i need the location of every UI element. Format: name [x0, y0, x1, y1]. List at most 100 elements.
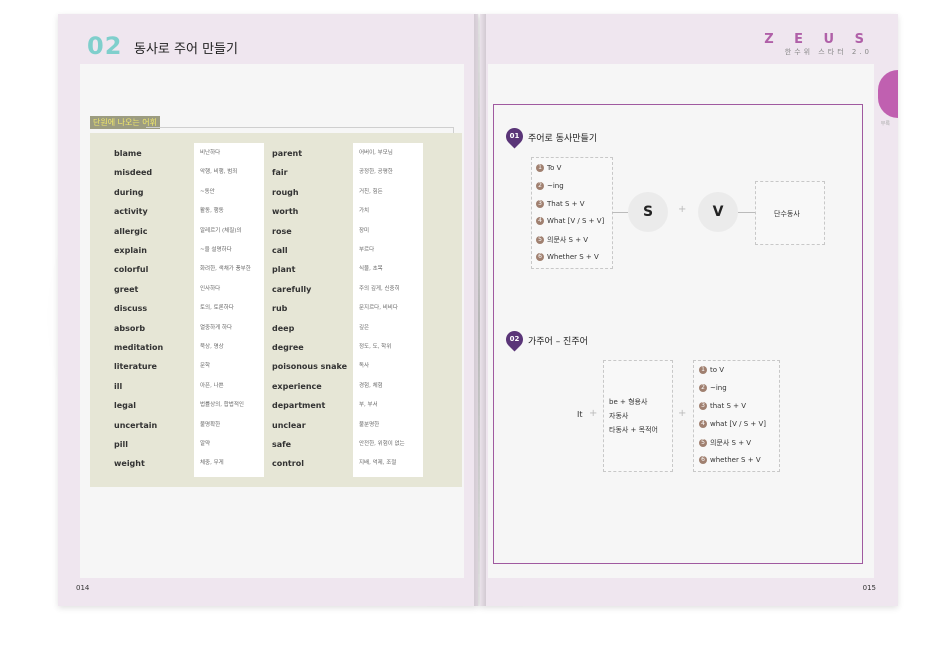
vocab-meaning: ~동안: [200, 188, 215, 195]
vocab-word: degree: [272, 343, 304, 352]
vocab-word: safe: [272, 440, 292, 449]
vocab-meaning: 안전한, 위험이 없는: [359, 441, 405, 447]
vocab-word: poisonous snake: [272, 362, 348, 372]
vocab-meaning: 부, 부서: [359, 402, 378, 409]
vocab-word: department: [272, 401, 326, 411]
vocab-meaning: 문지르다, 비비다: [359, 305, 398, 312]
vocab-divider: [146, 127, 454, 128]
vocab-word: control: [272, 459, 304, 469]
vocab-word: explain: [114, 246, 147, 255]
vocab-word: blame: [114, 149, 142, 158]
vocab-word: meditation: [114, 343, 164, 352]
vocab-meaning: 어버이, 부모님: [359, 150, 393, 156]
vocab-word: rough: [272, 187, 299, 197]
vocab-word: legal: [114, 401, 137, 411]
vocab-meaning: 깊은: [359, 324, 370, 331]
vocab-meaning: 불분명한: [359, 421, 380, 428]
vocab-word: carefully: [272, 284, 312, 294]
section1-item: 4 What [V / S + V]: [536, 217, 604, 225]
vocab-word: absorb: [114, 323, 146, 333]
side-tab-label: 부록: [880, 121, 890, 127]
vocab-meaning: 경험, 체험: [359, 382, 383, 389]
vocab-meaning: 아픈, 나쁜: [200, 382, 224, 389]
vocab-meaning: 불명확한: [200, 421, 221, 428]
predicate-item: 자동사: [609, 412, 629, 420]
grammar-frame: 01 주어로 동사만들기 1 To V 2 ~ing 3 That S + V 4 Wh…: [493, 104, 863, 564]
vocab-word: during: [114, 187, 144, 197]
vocab-meaning: 문학: [200, 363, 211, 370]
plus-sign: +: [678, 408, 687, 419]
vocab-meaning: 알레르기 (체질)의: [200, 227, 242, 234]
section2-item: 5 의문사 S + V: [699, 438, 751, 448]
vocab-word: parent: [272, 149, 303, 158]
vocab-meaning: 지배, 억제, 조절: [359, 460, 397, 467]
vocab-meaning: 인사하다: [200, 285, 221, 292]
vocab-meaning: ~을 설명하다: [200, 247, 232, 253]
vocab-word: literature: [114, 362, 157, 372]
predicate-item: 타동사 + 목적어: [609, 426, 658, 434]
connector-line: [612, 212, 628, 213]
section1-item: 1 To V: [536, 164, 561, 172]
left-content-area: 단원에 나오는 어휘 blame 비난하다 misdeed 악행, 비행, 범죄 dur…: [80, 64, 464, 578]
section2-item: 6 whether S + V: [699, 456, 761, 464]
vocab-table: blame 비난하다 misdeed 악행, 비행, 범죄 during ~동안 activ…: [90, 133, 462, 487]
vocab-meaning: 공정한, 공평한: [359, 169, 393, 176]
vocab-word: activity: [114, 207, 148, 217]
subject-circle: S: [628, 192, 668, 232]
vocab-meaning: 거친, 힘든: [359, 188, 383, 195]
vocab-meaning: 열중하게 하다: [200, 324, 233, 331]
vocab-meaning: 부르다: [359, 247, 375, 253]
left-page: 02 동사로 주어 만들기 단원에 나오는 어휘 blame 비난하다 misdee…: [58, 14, 478, 606]
vocab-meaning: 장미: [359, 227, 370, 234]
vocab-meaning: 정도, 도, 학위: [359, 344, 392, 350]
plus-sign: +: [589, 408, 598, 419]
result-label: 단수동사: [774, 210, 800, 218]
vocab-word: misdeed: [114, 168, 153, 178]
vocab-meaning: 식물, 초목: [359, 266, 383, 273]
vocab-word: deep: [272, 323, 295, 333]
section2-item: 3 that S + V: [699, 402, 746, 410]
vocab-meaning: 활동, 행동: [200, 208, 224, 215]
vocab-meaning: 토의, 토론하다: [200, 305, 234, 312]
section2-item: 1 to V: [699, 366, 724, 374]
vocab-word: colorful: [114, 265, 149, 275]
vocab-word: experience: [272, 381, 322, 391]
section2-title: 가주어 – 진주어: [528, 337, 588, 347]
vocab-word: fair: [272, 168, 288, 178]
it-label: It: [577, 410, 583, 419]
vocab-meaning: 악행, 비행, 범죄: [200, 169, 238, 176]
section1-item: 5 의문사 S + V: [536, 235, 588, 245]
vocab-meaning: 묵상, 명상: [200, 344, 224, 350]
vocab-word: ill: [114, 381, 123, 391]
vocab-word: worth: [272, 207, 299, 217]
book-spine: [474, 14, 486, 606]
brand-logo: Z E U S: [764, 32, 872, 47]
right-content-area: 01 주어로 동사만들기 1 To V 2 ~ing 3 That S + V 4 Wh…: [488, 64, 874, 578]
vocab-meaning: 화려한, 색채가 풍부한: [200, 266, 251, 273]
vocab-word: allergic: [114, 226, 148, 236]
vocab-meaning: 가치: [359, 208, 370, 215]
plus-sign: +: [678, 204, 687, 215]
side-tab: [878, 70, 898, 118]
vocab-meaning: 비난하다: [200, 150, 221, 156]
verb-circle: V: [698, 192, 738, 232]
vocab-meaning: 법률상의, 합법적인: [200, 402, 244, 409]
vocab-word: rub: [272, 304, 288, 314]
section1-item: 2 ~ing: [536, 182, 564, 190]
vocab-word: uncertain: [114, 420, 158, 430]
vocab-word: unclear: [272, 420, 306, 430]
section2-pin-icon: 02: [502, 327, 527, 352]
section2-item: 4 what [V / S + V]: [699, 420, 766, 428]
section1-item: 6 Whether S + V: [536, 253, 599, 261]
vocab-word: call: [272, 246, 288, 255]
section1-pin-icon: 01: [502, 124, 527, 149]
vocab-word: discuss: [114, 304, 148, 314]
section1-item: 3 That S + V: [536, 200, 585, 208]
vocab-word: rose: [272, 226, 292, 236]
section2-item: 2 ~ing: [699, 384, 727, 392]
chapter-number: 02: [87, 32, 123, 60]
predicate-item: be + 형용사: [609, 398, 648, 406]
chapter-title: 동사로 주어 만들기: [134, 42, 238, 57]
vocab-word: greet: [114, 284, 139, 294]
vocab-meaning: 독사: [359, 363, 370, 370]
